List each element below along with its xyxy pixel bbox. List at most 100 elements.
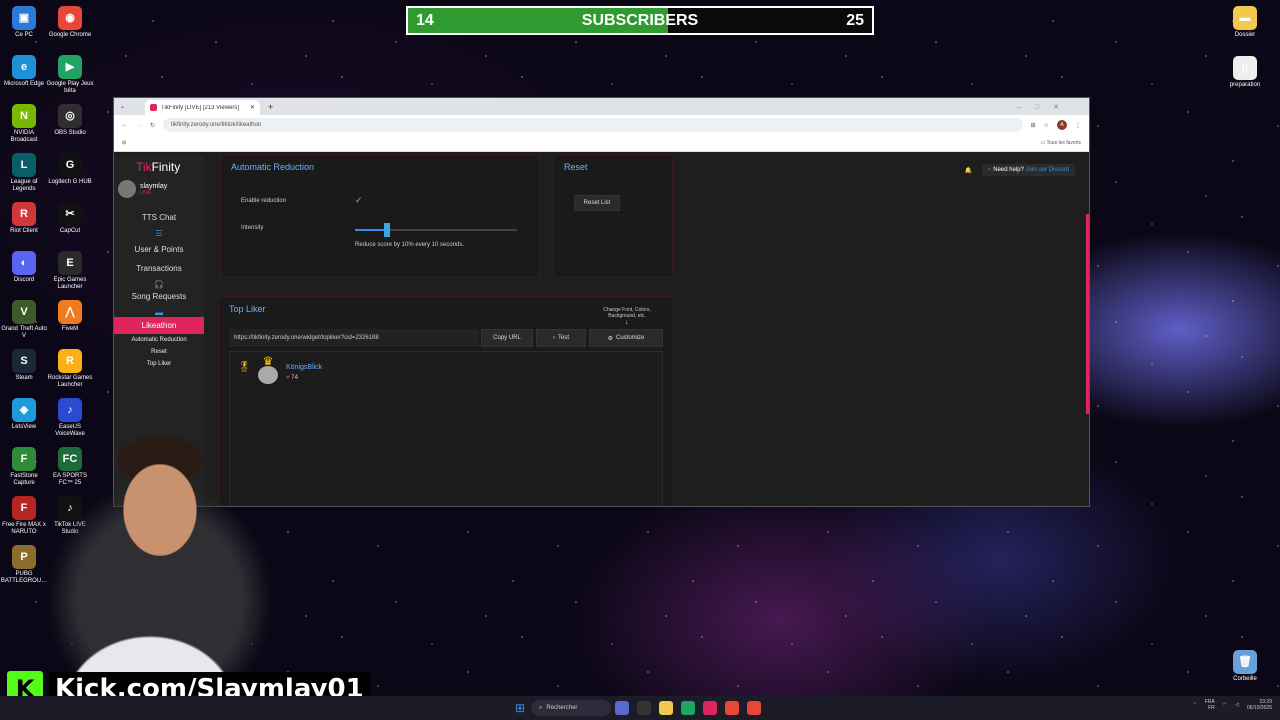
customize-hint: Change Font, Colors, Background, etc. bbox=[603, 307, 651, 319]
desktop-shortcut[interactable]: 🗑 Corbeille bbox=[1221, 650, 1269, 683]
desktop-shortcut[interactable]: E Epic Games Launcher bbox=[46, 251, 94, 291]
desktop-shortcut-label: Google Play Jeux bêta bbox=[46, 81, 94, 94]
desktop-shortcut-label: League of Legends bbox=[10, 179, 38, 192]
translate-icon[interactable]: ⊞ bbox=[1031, 122, 1036, 129]
customize-button[interactable]: ⚙ Customize bbox=[589, 329, 663, 347]
sidebar-item-transactions[interactable]: Transactions bbox=[114, 261, 204, 280]
intensity-label: Intensity bbox=[241, 225, 264, 231]
desktop-shortcut[interactable]: R Riot Client bbox=[0, 202, 48, 235]
url-field[interactable]: tikfinity.zerody.one/tiktok/likeathon bbox=[163, 118, 1023, 132]
sidebar-item-song-requests[interactable]: Song Requests bbox=[114, 289, 204, 308]
intensity-slider-thumb[interactable] bbox=[384, 223, 391, 237]
browser-menu-icon[interactable]: ⋮ bbox=[1075, 122, 1081, 129]
gear-icon: ⚙ bbox=[607, 335, 614, 342]
discord-icon: ◐ bbox=[12, 251, 36, 275]
forward-icon[interactable]: → bbox=[136, 122, 142, 128]
sidebar-sub-reset[interactable]: Reset bbox=[114, 346, 204, 358]
profile-avatar[interactable]: A bbox=[1057, 120, 1067, 130]
bookmark-star-icon[interactable]: ☆ bbox=[1044, 122, 1049, 129]
new-tab-icon[interactable]: + bbox=[268, 102, 273, 112]
taskbar: ⊞ ⌕ Rechercher ⌃ FRA FR ◠ ◁ 23:29 06/10/20… bbox=[0, 696, 1280, 720]
intensity-slider[interactable] bbox=[355, 223, 517, 237]
test-label: Test bbox=[557, 335, 569, 341]
desktop-shortcut-label: OBS Studio bbox=[54, 130, 86, 136]
tikfinity-favicon-icon bbox=[150, 104, 158, 111]
logitech-icon: G bbox=[58, 153, 82, 177]
sidebar-item-user-points[interactable]: User & Points bbox=[114, 238, 204, 261]
discord-help-button[interactable]: ◐ Need help? Join our Discord bbox=[981, 164, 1075, 176]
tray-chevron-icon[interactable]: ⌃ bbox=[1193, 702, 1197, 708]
desktop-shortcut[interactable]: ⋀ FiveM bbox=[46, 300, 94, 333]
browser-tab[interactable]: TikFinity [LIVE] [213 Viewers] ✕ bbox=[145, 100, 261, 115]
desktop-shortcut[interactable]: ✂ CapCut bbox=[46, 202, 94, 235]
desktop-shortcut-label: Rockstar Games Launcher bbox=[47, 375, 93, 388]
desktop-shortcut[interactable]: V Grand Theft Auto V bbox=[0, 300, 48, 340]
desktop-shortcut[interactable]: S Steam bbox=[0, 349, 48, 382]
all-bookmarks[interactable]: ▭ Tous les favoris bbox=[1041, 140, 1082, 146]
sidebar-sub-automatic-reduction[interactable]: Automatic Reduction bbox=[114, 334, 204, 346]
taskbar-tiktok-icon[interactable] bbox=[703, 701, 718, 715]
clock[interactable]: 23:29 06/10/2025 bbox=[1247, 699, 1272, 711]
desktop-shortcut[interactable]: e Microsoft Edge bbox=[0, 55, 48, 88]
help-text: Need help? bbox=[993, 167, 1024, 173]
desktop-shortcut[interactable]: ◉ Google Chrome bbox=[46, 6, 94, 39]
back-icon[interactable]: ← bbox=[122, 122, 128, 128]
desktop-shortcut[interactable]: ▯ preparation bbox=[1221, 56, 1269, 89]
tikfinity-logo: TikFinity bbox=[114, 156, 204, 178]
rockstar-icon: R bbox=[58, 349, 82, 373]
gamepad-icon: ▬ bbox=[155, 308, 163, 317]
tab-list-chevron-icon[interactable]: ⌄ bbox=[120, 103, 125, 110]
desktop-shortcut[interactable]: ▬ Dossier bbox=[1221, 6, 1269, 39]
reload-icon[interactable]: ↻ bbox=[150, 122, 155, 129]
sidebar-item-likeathon[interactable]: Likeathon bbox=[114, 317, 204, 334]
page-scrollbar[interactable] bbox=[1086, 214, 1089, 414]
liker-count-row: ♥ 74 bbox=[286, 375, 298, 381]
desktop-shortcut-label: FiveM bbox=[61, 326, 79, 332]
taskbar-search[interactable]: ⌕ Rechercher bbox=[531, 700, 612, 716]
voicewave-icon: ♪ bbox=[58, 398, 82, 422]
desktop-shortcut[interactable]: G Logitech G HUB bbox=[46, 153, 94, 186]
taskbar-app-icon[interactable] bbox=[637, 701, 652, 715]
search-icon: ⌕ bbox=[539, 704, 543, 711]
volume-icon[interactable]: ◁ bbox=[1235, 702, 1239, 708]
desktop-shortcut[interactable]: ▣ Ce PC bbox=[0, 6, 48, 39]
taskbar-folder-icon[interactable] bbox=[659, 701, 674, 715]
desktop-shortcut[interactable]: ◎ OBS Studio bbox=[46, 104, 94, 137]
tab-close-icon[interactable]: ✕ bbox=[250, 104, 255, 111]
sidebar-item-tts-chat[interactable]: TTS Chat bbox=[114, 206, 204, 229]
sidebar-sub-top-liker[interactable]: Top Liker bbox=[114, 358, 204, 370]
windows-start-icon[interactable]: ⊞ bbox=[515, 701, 525, 715]
network-icon[interactable]: ◠ bbox=[1223, 702, 1227, 708]
test-button[interactable]: › Test bbox=[536, 329, 586, 347]
desktop-shortcut[interactable]: ◐ Discord bbox=[0, 251, 48, 284]
taskbar-app-icon[interactable] bbox=[615, 701, 630, 715]
notification-bell-icon[interactable]: 🔔 bbox=[964, 167, 971, 174]
desktop-shortcut[interactable]: L League of Legends bbox=[0, 153, 48, 193]
help-link[interactable]: Join our Discord bbox=[1026, 167, 1069, 173]
headphones-icon: 🎧 bbox=[154, 280, 164, 289]
language-indicator[interactable]: FRA FR bbox=[1205, 699, 1215, 711]
user-profile[interactable]: slaymlay LIVE bbox=[114, 178, 204, 200]
desktop-shortcut[interactable]: ▶ Google Play Jeux bêta bbox=[46, 55, 94, 95]
desktop-shortcut[interactable]: N NVIDIA Broadcast bbox=[0, 104, 48, 144]
reset-panel: Reset Reset List bbox=[553, 154, 673, 278]
reset-list-button[interactable]: Reset List bbox=[574, 195, 620, 211]
widget-url-field[interactable]: https://tikfinity.zerody.one/widget/topl… bbox=[229, 329, 479, 347]
recycle-bin-icon: 🗑 bbox=[1233, 650, 1257, 674]
copy-url-button[interactable]: Copy URL bbox=[481, 329, 533, 347]
taskbar-chrome-icon[interactable] bbox=[725, 701, 740, 715]
window-controls[interactable]: –□✕ bbox=[1017, 103, 1073, 111]
enable-reduction-checkbox[interactable]: ✓ bbox=[355, 195, 363, 206]
desktop-shortcut-label: NVIDIA Broadcast bbox=[10, 130, 38, 143]
folder-icon: ▬ bbox=[1233, 6, 1257, 30]
letsview-icon: ◈ bbox=[12, 398, 36, 422]
user-status: LIVE bbox=[140, 189, 151, 196]
gta-icon: V bbox=[12, 300, 36, 324]
obs-icon: ◎ bbox=[58, 104, 82, 128]
taskbar-app-icon[interactable] bbox=[681, 701, 696, 715]
taskbar-chrome-icon[interactable] bbox=[747, 701, 762, 715]
desktop-shortcut[interactable]: R Rockstar Games Launcher bbox=[46, 349, 94, 389]
heart-icon: ♥ bbox=[286, 375, 290, 381]
apps-grid-icon[interactable]: ⊞ bbox=[122, 140, 126, 146]
tab-title: TikFinity [LIVE] [213 Viewers] bbox=[161, 104, 240, 111]
